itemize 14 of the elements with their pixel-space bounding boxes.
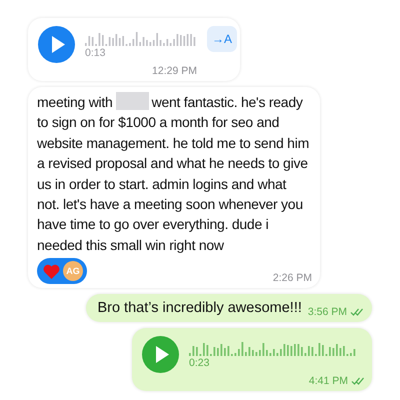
voice-duration: 0:23	[189, 357, 210, 370]
play-button[interactable]	[142, 336, 179, 374]
heart-icon	[43, 264, 60, 279]
voice-duration: 0:13	[85, 47, 106, 59]
reactions-pill[interactable]: AG	[37, 258, 87, 284]
message-text: meeting with went fantastic. he's ready to sign on for $1000 a month for seo and website management. he told me to send him a revised proposal and what he needs to give us in order to start. admin logins and what not. let's have a meeting soon whenever you have time to go over everything. dude i needed this small win right now	[37, 92, 310, 255]
avatar-initials: AG	[63, 261, 83, 282]
message-time: 4:41 PM	[308, 375, 348, 388]
message-time: 2:26 PM	[272, 272, 312, 284]
message-time: 12:29 PM	[152, 65, 197, 77]
play-button[interactable]	[38, 26, 75, 63]
message-time: 3:56 PM	[308, 306, 347, 318]
transcribe-button[interactable]: →A	[207, 26, 238, 52]
message-text: Bro that’s incredibly awesome!!!	[97, 299, 302, 318]
